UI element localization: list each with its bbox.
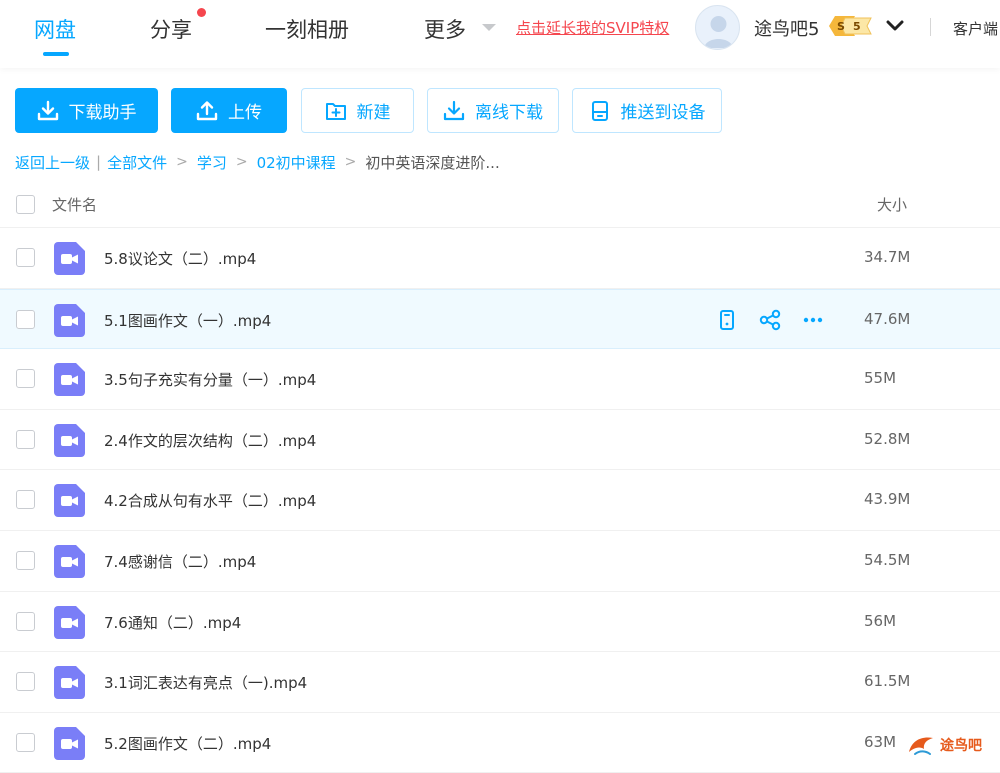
nav-tab-netdisk[interactable]: 网盘 [34, 14, 76, 44]
push-to-device-label: 推送到设备 [620, 103, 706, 123]
breadcrumb: 返回上一级 | 全部文件 > 学习 > 02初中课程 > 初中英语深度进阶... [15, 151, 500, 173]
file-size: 55M [864, 369, 897, 388]
more-actions-icon[interactable] [802, 309, 824, 331]
file-name[interactable]: 2.4作文的层次结构（二）.mp4 [104, 430, 316, 451]
video-file-icon [54, 726, 85, 760]
chevron-right-icon: > [235, 154, 248, 170]
offline-download-label: 离线下载 [475, 103, 543, 123]
file-size: 63M [864, 732, 897, 751]
file-row[interactable]: 5.2图画作文（二）.mp4 63M [0, 713, 1000, 773]
video-file-icon [54, 666, 85, 700]
device-icon [591, 100, 608, 121]
active-tab-indicator [43, 52, 69, 56]
row-checkbox[interactable] [16, 550, 35, 570]
file-name[interactable]: 7.4感谢信（二）.mp4 [104, 551, 256, 572]
site-watermark: 途鸟吧 [906, 730, 996, 760]
upload-label: 上传 [228, 103, 262, 123]
upload-button[interactable]: 上传 [171, 88, 287, 133]
download-helper-button[interactable]: 下载助手 [15, 88, 158, 133]
file-row[interactable]: 3.5句子充实有分量（一）.mp4 55M [0, 349, 1000, 410]
download-icon [443, 100, 465, 120]
select-all-checkbox[interactable] [16, 195, 35, 214]
row-checkbox[interactable] [16, 611, 35, 631]
breadcrumb-item-study[interactable]: 学习 [197, 152, 227, 173]
top-navigation: 网盘 分享 一刻相册 更多 点击延长我的SVIP特权 途鸟吧5 S 5 客户端 [0, 0, 1000, 68]
bird-logo-icon [909, 737, 933, 755]
video-file-icon [54, 484, 85, 518]
file-name[interactable]: 5.2图画作文（二）.mp4 [104, 733, 271, 754]
file-size: 54.5M [864, 550, 911, 569]
new-folder-icon [325, 102, 346, 120]
nav-tab-more[interactable]: 更多 [424, 14, 466, 44]
video-file-icon [54, 242, 85, 275]
column-header-size[interactable]: 大小 [877, 194, 907, 215]
chevron-right-icon: > [344, 154, 357, 170]
offline-download-button[interactable]: 离线下载 [427, 88, 559, 133]
watermark-text: 途鸟吧 [940, 738, 982, 754]
file-row[interactable]: 5.1图画作文（一）.mp4 47.6M [0, 288, 1000, 350]
nav-divider [930, 18, 931, 36]
nav-tab-share[interactable]: 分享 [150, 14, 192, 44]
row-checkbox[interactable] [16, 248, 35, 267]
row-checkbox[interactable] [16, 309, 35, 329]
file-row[interactable]: 7.4感谢信（二）.mp4 54.5M [0, 531, 1000, 592]
file-size: 43.9M [864, 490, 911, 509]
new-folder-label: 新建 [356, 103, 391, 123]
nav-tab-album[interactable]: 一刻相册 [265, 14, 349, 44]
vip-badge-letter: S [837, 20, 845, 33]
row-checkbox[interactable] [16, 369, 35, 389]
file-row[interactable]: 7.6通知（二）.mp4 56M [0, 592, 1000, 653]
video-file-icon [54, 303, 85, 337]
file-row[interactable]: 5.8议论文（二）.mp4 34.7M [0, 228, 1000, 289]
client-download-link[interactable]: 客户端 [953, 18, 998, 39]
file-row[interactable]: 3.1词汇表达有亮点（一).mp4 61.5M [0, 652, 1000, 713]
video-file-icon [54, 363, 85, 397]
chevron-right-icon: > [176, 154, 188, 170]
push-to-phone-icon[interactable] [716, 309, 738, 331]
breadcrumb-item-junior-courses[interactable]: 02初中课程 [257, 152, 336, 173]
file-name[interactable]: 7.6通知（二）.mp4 [104, 612, 241, 633]
file-size: 61.5M [864, 672, 911, 691]
file-row[interactable]: 2.4作文的层次结构（二）.mp4 52.8M [0, 410, 1000, 471]
upload-icon [196, 100, 218, 120]
vip-level-number: 5 [853, 20, 861, 33]
column-header-name[interactable]: 文件名 [52, 194, 97, 215]
row-checkbox[interactable] [16, 672, 35, 692]
file-list: 5.8议论文（二）.mp4 34.7M 5.1图画作文（一）.mp4 47.6M [0, 228, 1000, 773]
download-icon [37, 100, 58, 120]
file-size: 47.6M [864, 309, 911, 328]
push-to-device-button[interactable]: 推送到设备 [572, 88, 722, 133]
row-checkbox[interactable] [16, 429, 35, 449]
video-file-icon [54, 423, 85, 457]
svip-level-badge: S 5 [829, 16, 872, 36]
caret-down-icon[interactable] [482, 24, 496, 31]
video-file-icon [54, 605, 85, 639]
file-row[interactable]: 4.2合成从句有水平（二）.mp4 43.9M [0, 470, 1000, 531]
chevron-down-icon[interactable] [884, 15, 906, 37]
file-name[interactable]: 3.1词汇表达有亮点（一).mp4 [104, 672, 307, 693]
user-avatar-icon [704, 16, 733, 48]
file-name[interactable]: 5.1图画作文（一）.mp4 [104, 310, 271, 331]
notification-dot [197, 8, 206, 17]
new-folder-button[interactable]: 新建 [301, 88, 414, 133]
video-file-icon [54, 544, 85, 578]
svip-renew-link[interactable]: 点击延长我的SVIP特权 [516, 17, 669, 38]
download-helper-label: 下载助手 [68, 103, 137, 123]
file-list-header: 文件名 大小 [0, 180, 1000, 228]
breadcrumb-back-link[interactable]: 返回上一级 [15, 152, 90, 173]
row-checkbox[interactable] [16, 490, 35, 510]
breadcrumb-current: 初中英语深度进阶... [365, 153, 500, 172]
avatar[interactable] [695, 5, 740, 50]
file-name[interactable]: 3.5句子充实有分量（一）.mp4 [104, 369, 316, 390]
username[interactable]: 途鸟吧5 [754, 15, 819, 41]
breadcrumb-item-all-files[interactable]: 全部文件 [107, 152, 167, 173]
file-size: 52.8M [864, 429, 911, 448]
share-icon[interactable] [759, 309, 781, 331]
file-size: 34.7M [864, 248, 911, 266]
breadcrumb-divider: | [96, 153, 102, 171]
row-checkbox[interactable] [16, 732, 35, 752]
file-name[interactable]: 5.8议论文（二）.mp4 [104, 248, 256, 269]
file-size: 56M [864, 611, 897, 630]
file-name[interactable]: 4.2合成从句有水平（二）.mp4 [104, 490, 316, 511]
